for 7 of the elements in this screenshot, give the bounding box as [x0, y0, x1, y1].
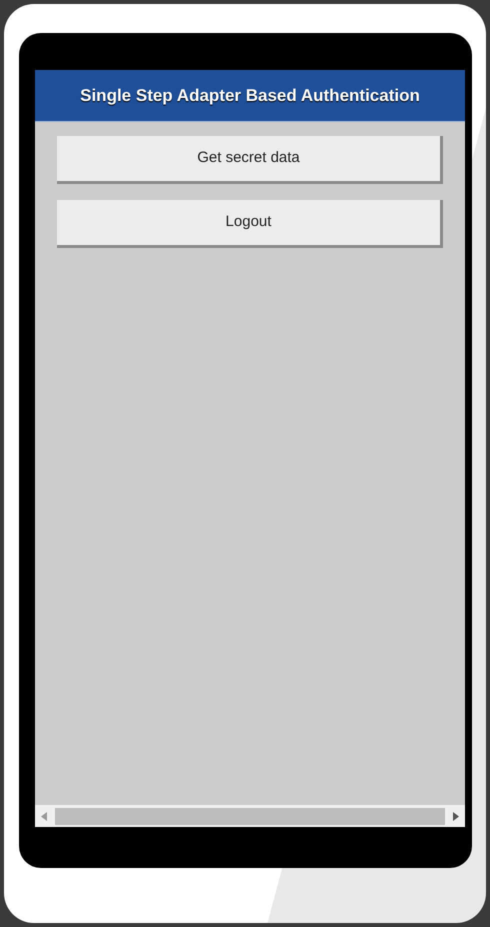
scrollbar-thumb[interactable] — [55, 808, 445, 824]
header-title: Single Step Adapter Based Authentication — [80, 84, 420, 107]
action-button[interactable]: Logout — [57, 200, 443, 248]
action-button[interactable]: Get secret data — [57, 136, 443, 184]
right-arrow-icon[interactable] — [453, 812, 459, 820]
left-arrow-icon[interactable] — [41, 812, 47, 820]
horizontal-scrollbar[interactable] — [35, 805, 465, 827]
